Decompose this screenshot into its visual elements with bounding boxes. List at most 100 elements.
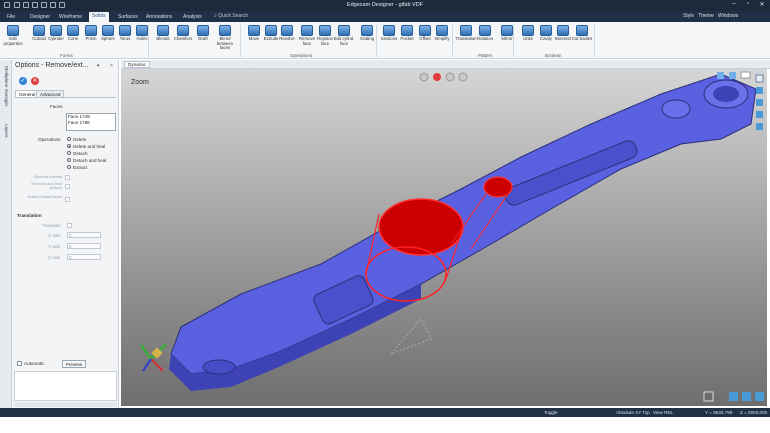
end-bore	[713, 86, 739, 102]
op-detach-label: Detach	[73, 151, 88, 156]
ribbon-button-edit-properties[interactable]: Edit properties	[2, 24, 24, 52]
view-cancel-icon[interactable]	[433, 73, 441, 81]
display-icon[interactable]	[756, 111, 763, 118]
fit-view-icon[interactable]	[703, 391, 714, 402]
translate-checkbox[interactable]	[67, 223, 72, 228]
ribbon-button-chamfers[interactable]: Chamfers	[172, 24, 194, 52]
ribbon-separator	[240, 25, 241, 57]
windows-menu[interactable]: Windows	[718, 13, 738, 19]
layers-tab[interactable]: Layers	[4, 124, 9, 138]
y-axis-field[interactable]: 0	[67, 243, 101, 249]
ribbon-tabs: File Designer Wireframe Solids Surfaces …	[0, 11, 770, 22]
x-axis-field[interactable]: 0	[67, 232, 101, 238]
3d-viewport[interactable]: Zoom	[121, 69, 767, 406]
ribbon-button-draft[interactable]: Draft	[192, 24, 214, 52]
radio-extract[interactable]	[67, 165, 71, 169]
panel-scrollbar[interactable]	[14, 402, 117, 407]
quick-search[interactable]: ⌕ Quick Search	[214, 13, 248, 19]
view-option-icon[interactable]	[445, 72, 455, 82]
edit-cylind-face-icon	[338, 25, 350, 36]
tab-file[interactable]: File	[4, 13, 18, 22]
ribbon-button-holes[interactable]: Holes	[131, 24, 153, 52]
minimize-icon[interactable]: –	[728, 1, 740, 7]
view-cube-icon[interactable]	[756, 87, 763, 94]
tab-surfaces[interactable]: Surfaces	[115, 13, 141, 22]
ribbon-button-rotation[interactable]: Rotation	[474, 24, 496, 52]
screen-icon[interactable]	[740, 71, 751, 79]
shade-icon[interactable]	[717, 72, 724, 79]
pattern-group-label: Pattern	[478, 53, 493, 58]
mirror-icon	[501, 25, 513, 36]
cavity-icon	[540, 25, 552, 36]
ribbon-button-label: Mirror	[501, 36, 513, 41]
preview-button[interactable]: Preview	[62, 360, 86, 368]
toggle-label[interactable]: Toggle	[544, 410, 558, 415]
general-tab-content	[15, 97, 116, 357]
tab-solids[interactable]: Solids	[89, 12, 109, 22]
faces-list[interactable]: Face 1749 Face 1786	[66, 113, 116, 131]
opt-set-extra-checkbox[interactable]	[65, 184, 70, 189]
boolean-group-label: Boolean	[545, 53, 562, 58]
cancel-button[interactable]: ✕	[31, 77, 39, 85]
bottom-area	[0, 417, 770, 433]
rotate-icon[interactable]	[755, 392, 764, 401]
cone-icon	[67, 25, 79, 36]
tab-dynamic[interactable]: Dynamic	[124, 61, 150, 68]
pin-icon[interactable]: ✦	[96, 63, 100, 69]
view-option2-icon[interactable]	[458, 72, 468, 82]
view-mode[interactable]: Absolute XY Top	[616, 410, 650, 415]
ok-button[interactable]: ✓	[19, 77, 27, 85]
ribbon-button-edit-cylind-face[interactable]: Edit cylind. face	[333, 24, 355, 52]
section-icon[interactable]	[756, 123, 763, 130]
highlighted-face-1749[interactable]	[378, 198, 464, 256]
workplane-manager-tab[interactable]: Workplane manager	[4, 66, 9, 106]
zoom-icon[interactable]	[729, 392, 738, 401]
ribbon-button-label: Cut bodies	[571, 36, 593, 41]
radio-detach-and-heal[interactable]	[67, 158, 71, 162]
panel-close-icon[interactable]: ×	[110, 63, 113, 69]
radio-delete[interactable]	[67, 137, 71, 141]
pan-icon[interactable]	[742, 392, 751, 401]
layers-icon[interactable]	[756, 99, 763, 106]
tab-wireframe[interactable]: Wireframe	[56, 13, 85, 22]
close-icon[interactable]: ✕	[756, 1, 768, 8]
y-axis-label: Y axis	[48, 244, 61, 249]
automatic-checkbox[interactable]	[17, 361, 22, 366]
sphere-icon	[102, 25, 114, 36]
radio-detach[interactable]	[67, 151, 71, 155]
opt-extend-healed-checkbox[interactable]	[65, 197, 70, 202]
translation-icon	[460, 25, 472, 36]
mid-boss	[661, 99, 691, 119]
ribbon-button-scaling[interactable]: Scaling	[356, 24, 378, 52]
radio-delete-and-heal[interactable]	[67, 144, 71, 148]
menu-icon[interactable]	[755, 74, 764, 83]
view-ok-icon[interactable]	[419, 72, 429, 82]
ribbon-button-blend-between-faces[interactable]: Blend between faces	[214, 24, 236, 52]
pocket-icon	[401, 25, 413, 36]
panel-title: Options - Remove/ext...	[15, 62, 89, 69]
tab-annotations[interactable]: Annotations	[143, 13, 175, 22]
ribbon-button-label: Chamfers	[173, 36, 193, 41]
ribbon-separator	[148, 25, 149, 57]
ribbon-button-revolve[interactable]: Revolve	[276, 24, 298, 52]
wire-icon[interactable]	[729, 72, 736, 79]
ribbon-button-blends[interactable]: Blends	[152, 24, 174, 52]
x-axis-icon	[150, 358, 164, 372]
tab-analysis[interactable]: Analysis	[180, 13, 205, 22]
ribbon-button-label: Revolve	[279, 36, 295, 41]
ribbon-button-cut-bodies[interactable]: Cut bodies	[571, 24, 593, 52]
ribbon-button-label: Edit cylind. face	[333, 36, 355, 46]
scaling-icon	[361, 25, 373, 36]
style-menu[interactable]: Style	[683, 13, 694, 19]
ribbon-button-simplify[interactable]: Simplify	[431, 24, 453, 52]
maximize-icon[interactable]: ▫	[742, 1, 754, 7]
tab-designer[interactable]: Designer	[27, 13, 53, 22]
z-axis-field[interactable]: 0	[67, 254, 101, 260]
ribbon-button-label: Edit properties	[3, 36, 23, 46]
opt-remove-internal-checkbox[interactable]	[65, 175, 70, 180]
view-rel[interactable]: View REL	[653, 410, 673, 415]
ribbon-button-mirror[interactable]: Mirror	[496, 24, 518, 52]
face-item[interactable]: Face 1786	[67, 120, 115, 126]
theme-menu[interactable]: Theme	[698, 13, 714, 19]
part-model[interactable]	[121, 69, 767, 406]
